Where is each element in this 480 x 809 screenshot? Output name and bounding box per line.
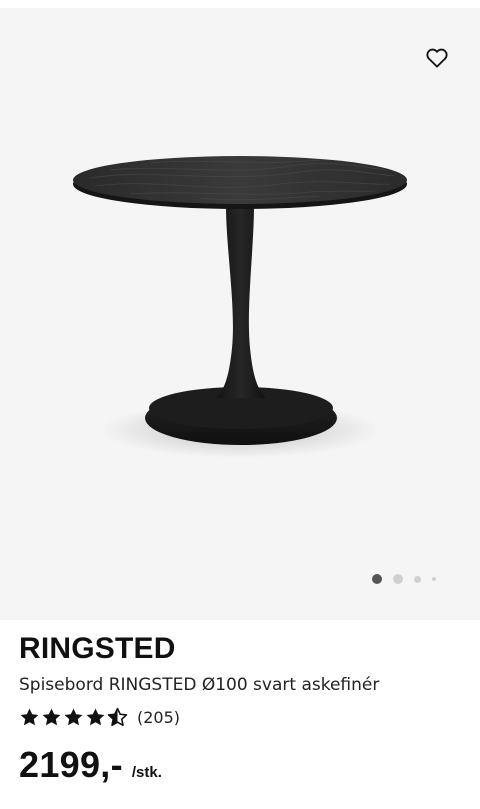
star-half-icon [107, 707, 128, 726]
price-unit: /stk. [131, 764, 162, 781]
star-full-icon [64, 708, 83, 725]
carousel-dot[interactable] [393, 574, 403, 584]
favorite-button[interactable] [422, 43, 452, 73]
carousel-pagination [372, 574, 447, 584]
product-image-carousel[interactable] [0, 8, 480, 620]
product-info: RINGSTED Spisebord RINGSTED Ø100 svart a… [19, 630, 464, 786]
rating-stars [19, 707, 129, 728]
product-image-table [73, 156, 407, 458]
product-price: 2199,- [19, 744, 123, 785]
carousel-dot[interactable] [432, 577, 436, 581]
product-rating[interactable]: (205) [19, 706, 464, 728]
star-full-icon [86, 708, 105, 725]
product-page: RINGSTED Spisebord RINGSTED Ø100 svart a… [0, 0, 480, 809]
heart-outline-icon [426, 48, 448, 68]
product-description: Spisebord RINGSTED Ø100 svart askefinér [19, 675, 380, 695]
carousel-dot[interactable] [414, 575, 421, 583]
star-full-icon [20, 708, 39, 725]
carousel-dot-active[interactable] [372, 574, 382, 584]
review-count[interactable]: (205) [137, 708, 180, 727]
star-full-icon [42, 708, 61, 725]
price-row: 2199,- /stk. [19, 744, 464, 786]
product-title[interactable]: RINGSTED [19, 630, 464, 668]
